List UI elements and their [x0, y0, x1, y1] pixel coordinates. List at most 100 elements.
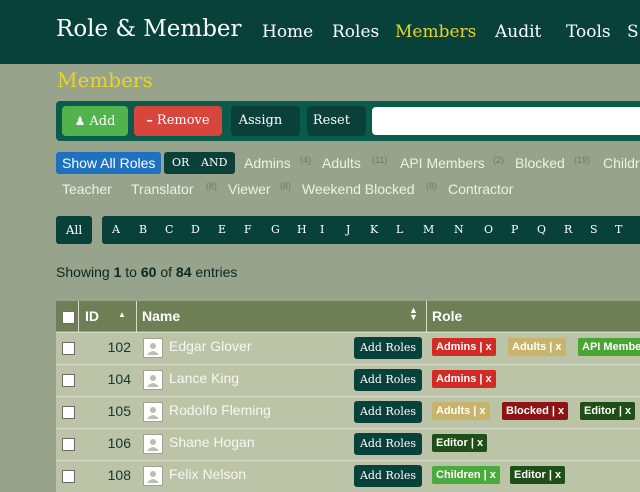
column-header-id[interactable]: ID: [85, 308, 99, 324]
caret-down-icon: ▼: [286, 117, 293, 126]
role-count: (8): [280, 181, 291, 191]
role-tag[interactable]: Admins | x: [432, 370, 496, 388]
remove-button-label: Remove: [156, 113, 210, 128]
alphabet-all-button[interactable]: All: [56, 216, 92, 244]
role-count: (8): [206, 181, 217, 191]
role-tag[interactable]: API Membe: [578, 338, 640, 356]
role-count: (19): [574, 155, 591, 165]
role-tag[interactable]: Editor | x: [432, 434, 488, 452]
alphabet-letter-d[interactable]: D: [191, 223, 200, 236]
remove-button[interactable]: – Remove: [134, 106, 222, 136]
role-tag[interactable]: Editor | x: [510, 466, 566, 484]
show-all-roles-button[interactable]: Show All Roles: [56, 152, 162, 174]
role-filter-api-members[interactable]: API Members: [400, 155, 485, 171]
add-button-label: Add: [89, 114, 116, 129]
user-silhouette-icon: [147, 439, 159, 451]
user-icon: ♟: [74, 114, 86, 128]
alphabet-letter-a[interactable]: A: [112, 223, 120, 236]
role-filter-children[interactable]: Childr: [603, 155, 640, 171]
alphabet-letter-m[interactable]: M: [423, 223, 434, 236]
search-input[interactable]: [372, 107, 640, 135]
row-id: 108: [107, 467, 131, 483]
avatar: [143, 434, 163, 454]
add-roles-button[interactable]: Add Roles: [354, 433, 422, 455]
alphabet-letter-o[interactable]: O: [484, 223, 493, 236]
alphabet-letter-g[interactable]: G: [271, 223, 280, 236]
role-tag[interactable]: Children | x: [432, 466, 500, 484]
alphabet-letter-t[interactable]: T: [615, 223, 622, 236]
member-name[interactable]: Shane Hogan: [169, 434, 255, 450]
role-tag[interactable]: Adults | x: [508, 338, 566, 356]
row-id: 106: [107, 435, 131, 451]
member-name[interactable]: Rodolfo Fleming: [169, 402, 271, 418]
nav-more[interactable]: S: [627, 22, 639, 42]
add-roles-button[interactable]: Add Roles: [354, 465, 422, 487]
role-count: (8): [426, 181, 437, 191]
add-roles-button[interactable]: Add Roles: [354, 337, 422, 359]
role-filter-blocked[interactable]: Blocked: [515, 155, 565, 171]
alphabet-letter-k[interactable]: K: [370, 223, 378, 236]
role-count: (4): [300, 155, 311, 165]
role-filter-adults[interactable]: Adults: [322, 155, 361, 171]
page-title: Members: [57, 68, 153, 92]
member-name[interactable]: Lance King: [169, 370, 239, 386]
showing-entries-info: Showing 1 to 60 of 84 entries: [56, 264, 238, 280]
add-roles-button[interactable]: Add Roles: [354, 369, 422, 391]
or-option[interactable]: OR: [172, 152, 189, 174]
role-count: (11): [372, 155, 388, 165]
alphabet-letter-l[interactable]: L: [396, 223, 403, 236]
select-all-checkbox[interactable]: [62, 311, 75, 324]
reset-label: Reset: [312, 113, 350, 128]
alphabet-letter-j[interactable]: J: [346, 223, 350, 236]
column-header-name[interactable]: Name: [142, 308, 180, 324]
column-header-role[interactable]: Role: [432, 308, 462, 324]
row-id: 104: [107, 371, 131, 387]
alphabet-letter-p[interactable]: P: [511, 223, 518, 236]
role-filter-teacher[interactable]: Teacher: [62, 181, 112, 197]
row-id: 102: [107, 339, 131, 355]
role-tag[interactable]: Editor | x: [580, 402, 636, 420]
row-id: 105: [107, 403, 131, 419]
nav-members[interactable]: Members: [395, 22, 476, 42]
role-tag[interactable]: Blocked | x: [502, 402, 569, 420]
add-roles-button[interactable]: Add Roles: [354, 401, 422, 423]
alphabet-letter-h[interactable]: H: [297, 223, 307, 236]
nav-audit[interactable]: Audit: [495, 22, 541, 42]
nav-home[interactable]: Home: [262, 22, 313, 42]
user-silhouette-icon: [147, 471, 159, 483]
role-filter-admins[interactable]: Admins: [244, 155, 291, 171]
nav-roles[interactable]: Roles: [332, 22, 379, 42]
role-tag[interactable]: Admins | x: [432, 338, 496, 356]
alphabet-letter-b[interactable]: B: [139, 223, 147, 236]
alphabet-letter-i[interactable]: I: [320, 223, 324, 236]
user-silhouette-icon: [147, 343, 159, 355]
role-tag[interactable]: Adults | x: [432, 402, 490, 420]
alphabet-letter-n[interactable]: N: [454, 223, 464, 236]
alphabet-letter-f[interactable]: F: [244, 223, 252, 236]
minus-icon: –: [146, 113, 153, 128]
user-silhouette-icon: [147, 375, 159, 387]
caret-down-icon: ▼: [353, 117, 361, 126]
role-filter-viewer[interactable]: Viewer: [228, 181, 271, 197]
reset-dropdown[interactable]: Reset ▼: [307, 106, 366, 136]
alphabet-letter-q[interactable]: Q: [537, 223, 546, 236]
and-option[interactable]: AND: [201, 152, 227, 174]
assign-dropdown[interactable]: Assign ▼: [231, 106, 300, 136]
add-button[interactable]: ♟ Add: [62, 106, 128, 136]
avatar: [143, 466, 163, 486]
role-filter-weekend-blocked[interactable]: Weekend Blocked: [302, 181, 415, 197]
brand-title[interactable]: Role & Member: [56, 16, 242, 42]
alphabet-letter-r[interactable]: R: [564, 223, 572, 236]
or-and-toggle[interactable]: OR AND: [164, 152, 235, 174]
avatar: [143, 370, 163, 390]
assign-label: Assign: [238, 113, 283, 128]
alphabet-letter-e[interactable]: E: [218, 223, 226, 236]
member-name[interactable]: Edgar Glover: [169, 338, 251, 354]
role-filter-contractor[interactable]: Contractor: [448, 181, 513, 197]
alphabet-letter-c[interactable]: C: [165, 223, 173, 236]
alphabet-letter-s[interactable]: S: [590, 223, 598, 236]
sort-both-icon: ▲ ▼: [409, 305, 418, 322]
role-filter-translator[interactable]: Translator: [131, 181, 194, 197]
nav-tools[interactable]: Tools: [566, 22, 611, 42]
avatar: [143, 402, 163, 422]
